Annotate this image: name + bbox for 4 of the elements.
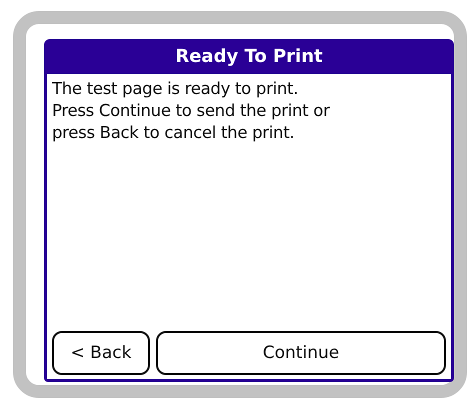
dialog-title: Ready To Print [174, 45, 324, 69]
continue-button[interactable]: Continue [156, 331, 446, 375]
message-text: The test page is ready to print. Press Continue to send the print or press Back to cancel the print. [52, 78, 331, 144]
back-button[interactable]: < Back [52, 331, 150, 375]
